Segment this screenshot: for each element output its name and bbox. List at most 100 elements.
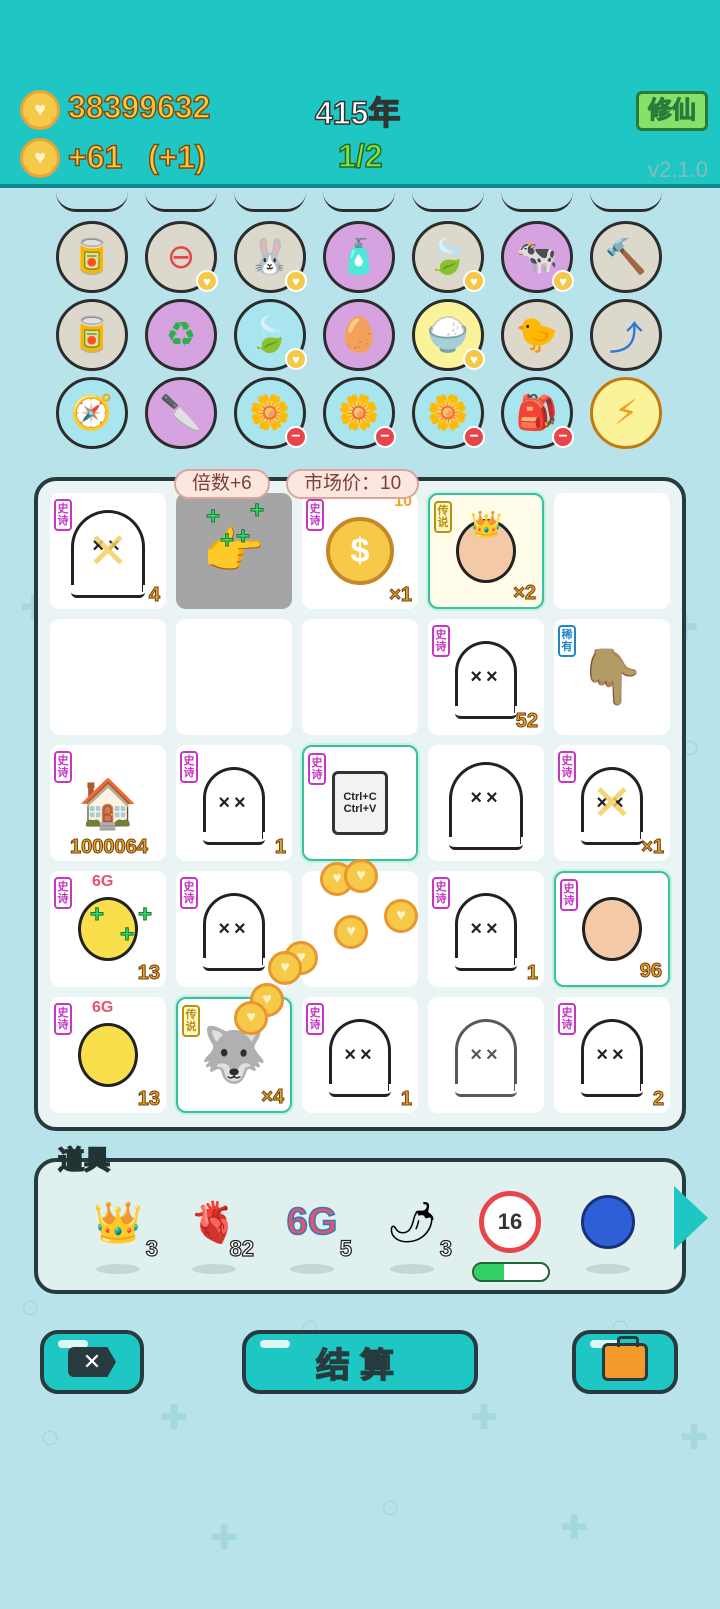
pointing-hand-icon: 👇 <box>578 646 646 707</box>
board-cell-selected[interactable]: 👉 + + + + <box>176 493 292 609</box>
rice-bowl-icon[interactable]: 🍚 ♥ <box>412 299 485 371</box>
next-arrow-icon[interactable] <box>674 1186 708 1250</box>
item-count: 2 <box>652 1088 664 1111</box>
board-cell[interactable]: 史诗 Ctrl+C Ctrl+V <box>302 745 418 861</box>
chick-egg-icon[interactable]: 🐤 <box>501 299 573 371</box>
item-count: 1 <box>274 836 286 859</box>
eyepatch-egg-icon[interactable]: 🥚 <box>323 299 395 371</box>
ghost-icon <box>455 893 517 971</box>
item-count: 1000064 <box>70 836 149 859</box>
board-cell[interactable]: 史诗 2 <box>554 997 670 1113</box>
board-cell-empty[interactable] <box>176 619 292 735</box>
board-cell[interactable]: 史诗 ✕ ×1 <box>554 745 670 861</box>
close-button[interactable]: ✕ <box>40 1330 144 1394</box>
coin-icon <box>20 90 60 130</box>
timer-icon: 16 <box>479 1191 541 1253</box>
dog-food-icon[interactable]: 🥫 <box>56 221 128 293</box>
item-count: 4 <box>148 584 160 607</box>
timer-progress-bar <box>472 1262 550 1282</box>
board-cell[interactable]: 史诗 52 <box>428 619 544 735</box>
ghost-icon <box>581 1019 643 1097</box>
multiplier-bubble: 倍数+6 <box>174 469 270 499</box>
tool-count: 3 <box>439 1235 452 1261</box>
money-total: 38399632 <box>67 88 211 126</box>
close-icon: ✕ <box>68 1347 116 1377</box>
tool-6g[interactable]: 6G 5 <box>272 1190 353 1280</box>
bag-button[interactable] <box>572 1330 678 1394</box>
flower-pot-icon[interactable]: 🌼 − <box>323 377 396 449</box>
copy-paste-card-icon: Ctrl+C Ctrl+V <box>332 771 388 835</box>
tool-count: 5 <box>339 1235 352 1261</box>
dog-food-icon[interactable]: 🥫 <box>56 299 128 371</box>
compass-icon[interactable]: 🧭 <box>56 377 128 449</box>
lightning-icon[interactable]: ⚡ <box>590 377 662 449</box>
board-cell-empty[interactable] <box>554 493 670 609</box>
briefcase-icon <box>602 1336 648 1381</box>
tool-blueberry[interactable] <box>568 1190 648 1280</box>
board-cell[interactable]: 史诗 1 <box>428 871 544 987</box>
crown-icon: 👑 <box>470 509 503 539</box>
market-price-bubble: 市场价：10 <box>286 469 420 499</box>
old-man-face-icon <box>582 897 642 961</box>
tool-count: 82 <box>229 1235 255 1261</box>
cow-pair-icon[interactable]: 🐄 ♥ <box>501 221 574 293</box>
hammer-icon[interactable]: 🔨 <box>590 221 662 293</box>
xiuxian-button[interactable]: 修仙 <box>636 91 708 131</box>
ghost-icon <box>329 1019 391 1097</box>
leaf-icon[interactable]: 🍃 ♥ <box>234 299 307 371</box>
blueberry-icon <box>581 1195 635 1249</box>
board-cell-empty[interactable] <box>50 619 166 735</box>
yellow-face-icon <box>78 1023 138 1087</box>
flying-coin-icon: ♥ <box>384 899 418 933</box>
board-cell[interactable]: 史诗 1 <box>176 745 292 861</box>
item-count: 1 <box>526 962 538 985</box>
item-count: ×1 <box>641 836 665 859</box>
tools-panel: 👑 3 🫀 82 6G 5 🌶 3 16 <box>34 1158 708 1294</box>
item-count: 13 <box>137 962 160 985</box>
item-count: 1 <box>400 1088 412 1111</box>
tool-crown[interactable]: 👑 3 <box>78 1190 159 1280</box>
board-cell[interactable] <box>428 745 544 861</box>
tool-chili[interactable]: 🌶 3 <box>372 1190 453 1280</box>
board-cell[interactable]: 传说 👑 ×2 <box>428 493 544 609</box>
bottle-icon[interactable]: 🧴 <box>323 221 395 293</box>
board-cell[interactable] <box>428 997 544 1113</box>
board-cell[interactable]: 史诗 ✕ 4 <box>50 493 166 609</box>
income-rate: +61 <box>67 138 123 176</box>
leaf-icon[interactable]: 🍃 ♥ <box>412 221 485 293</box>
tool-liver[interactable]: 🫀 82 <box>174 1190 255 1280</box>
board-cell[interactable]: 史诗 1 <box>302 997 418 1113</box>
ghost-icon <box>455 1019 517 1097</box>
board-cell[interactable]: 稀有 👇 <box>554 619 670 735</box>
board-cell[interactable]: 史诗 96 <box>554 871 670 987</box>
sack-icon[interactable]: 🎒 − <box>501 377 574 449</box>
item-count: ×4 <box>261 1086 285 1109</box>
board-cell[interactable]: 史诗 🏠 1000064 <box>50 745 166 861</box>
ghost-icon <box>203 767 265 845</box>
board-cell[interactable]: 史诗 6G + + + 13 <box>50 871 166 987</box>
settle-button[interactable]: 结算 <box>242 1330 478 1394</box>
merge-board: 史诗 ✕ 4 👉 ++ ++ 史诗 10 $ ×1 传说 👑 ×2 史诗 52 … <box>34 469 686 1131</box>
ghost-icon <box>449 762 523 850</box>
coin-icon <box>20 138 60 178</box>
recycle-icon[interactable]: ♻ <box>145 299 217 371</box>
ghost-icon <box>455 641 517 719</box>
cleaver-icon[interactable]: 🔪 <box>145 377 217 449</box>
flying-coin-icon: ♥ <box>268 951 302 985</box>
rabbit-icon[interactable]: 🐰 ♥ <box>234 221 307 293</box>
dollar-coin-icon: $ <box>326 517 394 585</box>
arrow-card-icon[interactable]: ⤴ <box>590 299 662 371</box>
flying-coin-icon: ♥ <box>334 915 368 949</box>
item-count: ×1 <box>389 584 413 607</box>
board-cell[interactable]: 史诗 10 $ ×1 <box>302 493 418 609</box>
flower-pot-icon[interactable]: 🌼 − <box>412 377 485 449</box>
flying-coin-icon: ♥ <box>344 859 378 893</box>
tools-title: 道具 <box>57 1144 111 1176</box>
flying-coin-icon: ♥ <box>234 1001 268 1035</box>
board-cell-empty[interactable] <box>302 619 418 735</box>
item-count: ×2 <box>513 582 537 605</box>
no-entry-icon[interactable]: ⊖ ♥ <box>145 221 218 293</box>
board-cell[interactable]: 史诗 6G 13 <box>50 997 166 1113</box>
item-count: 13 <box>137 1088 160 1111</box>
flower-pot-icon[interactable]: 🌼 − <box>234 377 307 449</box>
